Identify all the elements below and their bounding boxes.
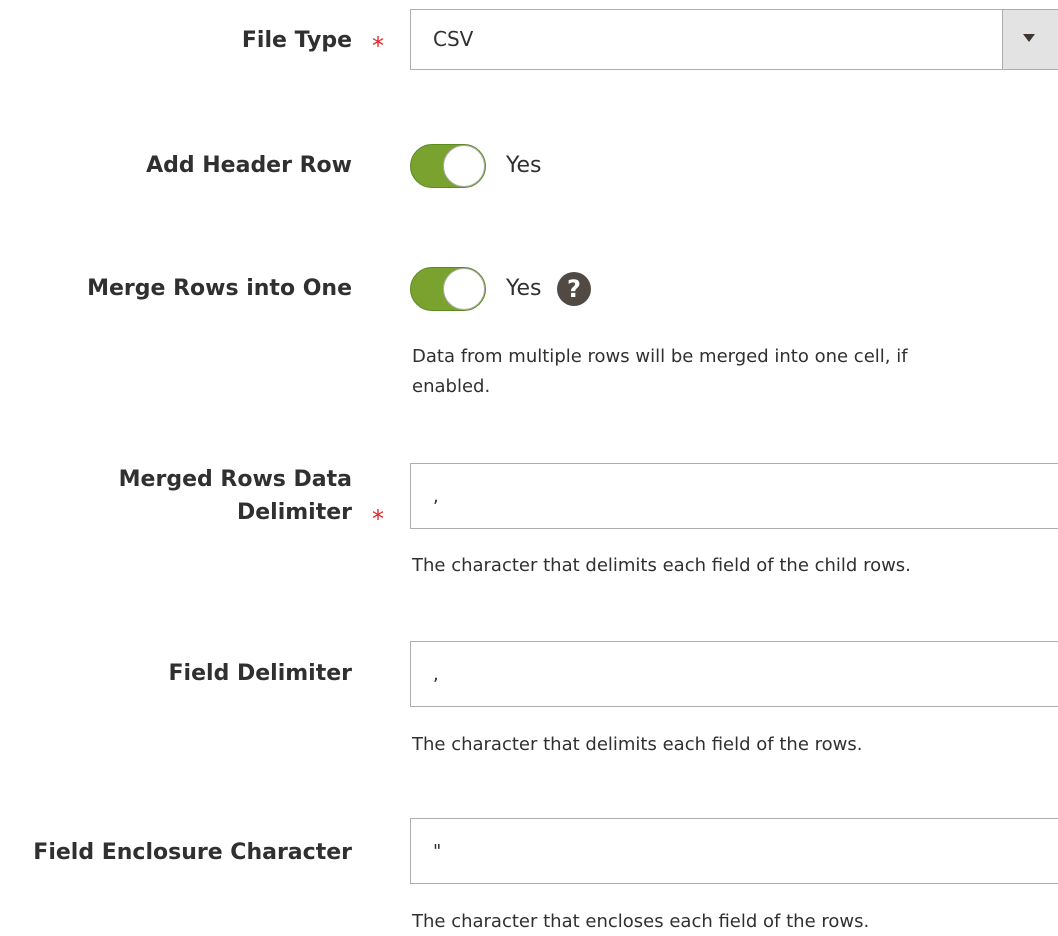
field-delimiter-label: Field Delimiter [168, 661, 352, 686]
help-icon[interactable]: ? [557, 272, 591, 306]
file-type-dropdown-toggle[interactable] [1002, 10, 1058, 69]
field-enclosure-note: The character that encloses each field o… [412, 911, 870, 932]
field-enclosure-label: Field Enclosure Character [33, 840, 352, 865]
merged-rows-delimiter-input[interactable] [410, 463, 1058, 529]
merged-rows-delimiter-label-line2: Delimiter [236, 500, 352, 525]
field-delimiter-note: The character that delimits each field o… [412, 734, 863, 755]
merge-rows-toggle[interactable] [410, 267, 486, 311]
add-header-row-value: Yes [506, 153, 542, 178]
chevron-down-icon [1023, 34, 1035, 42]
merge-rows-note-line2: enabled. [412, 376, 491, 397]
field-enclosure-input[interactable] [410, 818, 1058, 884]
file-type-selected-value: CSV [433, 27, 474, 51]
merge-rows-note-line1: Data from multiple rows will be merged i… [412, 346, 908, 367]
merged-rows-delimiter-required-star: * [372, 505, 384, 533]
file-type-select[interactable]: CSV [410, 9, 1058, 70]
toggle-knob [443, 268, 485, 310]
file-type-required-star: * [372, 32, 384, 60]
toggle-knob [443, 145, 485, 187]
add-header-row-toggle[interactable] [410, 144, 486, 188]
add-header-row-label: Add Header Row [146, 153, 352, 178]
field-delimiter-input[interactable] [410, 641, 1058, 707]
file-type-label: File Type [241, 28, 352, 53]
merged-rows-delimiter-note: The character that delimits each field o… [412, 555, 911, 576]
merged-rows-delimiter-label-line1: Merged Rows Data [118, 467, 352, 492]
merge-rows-label: Merge Rows into One [87, 276, 352, 301]
merge-rows-value: Yes [506, 276, 542, 301]
